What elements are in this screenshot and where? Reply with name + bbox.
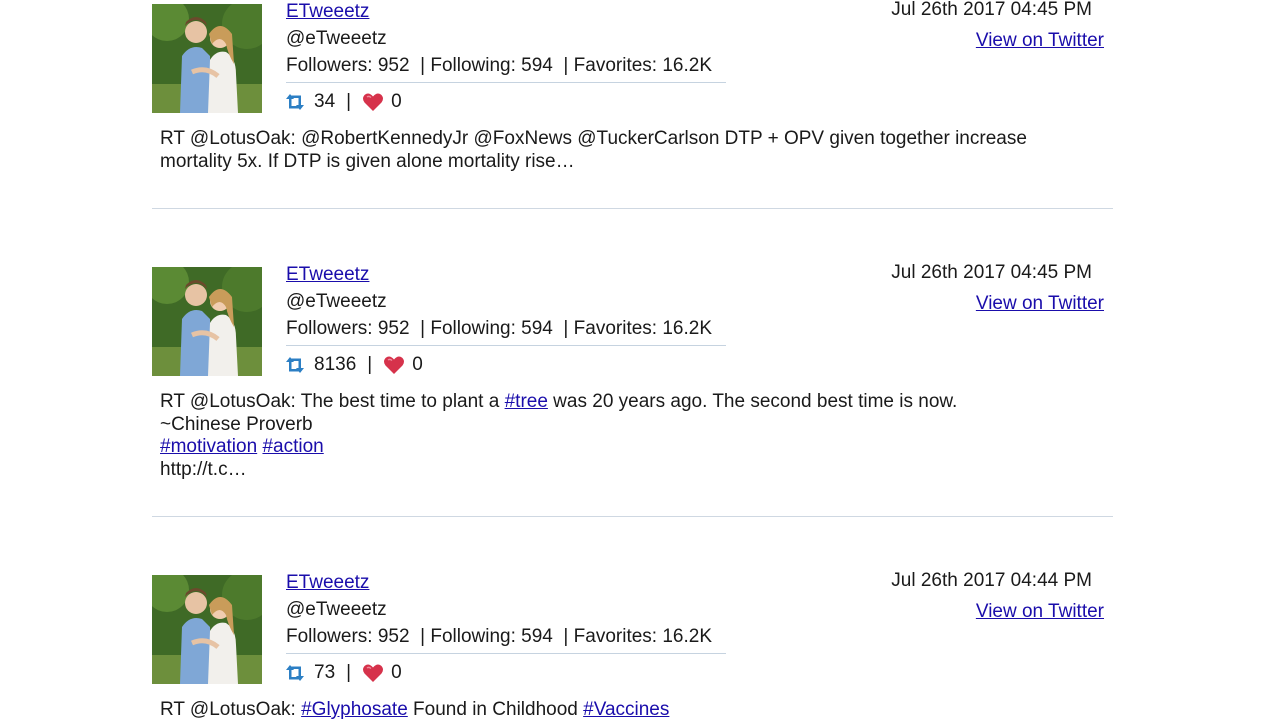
retweet-count: 73 xyxy=(314,662,336,683)
tweet-timestamp: Jul 26th 2017 04:44 PM xyxy=(891,570,1092,591)
heart-icon xyxy=(362,92,384,112)
avatar[interactable] xyxy=(152,267,262,376)
engagement-counts: 8136 | 0 xyxy=(283,353,423,377)
heart-icon xyxy=(362,663,384,683)
tweet-text-fragment: RT @LotusOak: The best time to plant a xyxy=(160,391,505,412)
retweet-icon xyxy=(283,664,307,682)
user-name-link[interactable]: ETweeetz xyxy=(286,263,369,287)
tweet-text-line: mortality 5x. If DTP is given alone mort… xyxy=(160,150,575,172)
count-separator: | xyxy=(367,354,373,375)
user-name-link[interactable]: ETweeetz xyxy=(286,571,369,595)
tweet-divider xyxy=(152,208,1113,209)
tweet-text-line: ~Chinese Proverb xyxy=(160,413,313,435)
stats-divider xyxy=(286,345,726,346)
like-count: 0 xyxy=(412,354,423,375)
favorites-count: Favorites: 16.2K xyxy=(573,626,712,647)
tweet-text-line: RT @LotusOak: #Glyphosate Found in Child… xyxy=(160,699,1040,720)
retweet-icon xyxy=(283,356,307,374)
hashtag-link[interactable]: #motivation xyxy=(160,436,257,457)
retweet-count: 34 xyxy=(314,91,336,112)
tweet-feed: ETweeetz @eTweeetz Followers: 952 | Foll… xyxy=(0,0,1280,720)
user-stats: Followers: 952 | Following: 594 | Favori… xyxy=(286,626,712,647)
hashtag-link[interactable]: #Vaccines xyxy=(583,699,669,720)
tweet-text-fragment: was 20 years ago. The second best time i… xyxy=(547,391,958,412)
user-stats: Followers: 952 | Following: 594 | Favori… xyxy=(286,318,712,339)
followers-count: Followers: 952 xyxy=(286,55,410,76)
avatar[interactable] xyxy=(152,575,262,684)
tweet-text-line: RT @LotusOak: The best time to plant a #… xyxy=(160,391,1040,414)
following-count: Following: 594 xyxy=(430,318,553,339)
like-count: 0 xyxy=(391,662,402,683)
tweet-text: RT @LotusOak: The best time to plant a #… xyxy=(160,391,1040,481)
tweet-text-line: RT @LotusOak: @RobertKennedyJr @FoxNews … xyxy=(160,128,1027,149)
count-separator: | xyxy=(346,91,352,112)
favorites-count: Favorites: 16.2K xyxy=(573,318,712,339)
favorites-count: Favorites: 16.2K xyxy=(573,55,712,76)
retweet-icon xyxy=(283,93,307,111)
engagement-counts: 34 | 0 xyxy=(283,90,402,114)
hashtag-link[interactable]: #action xyxy=(262,436,323,457)
tweet-text: RT @LotusOak: #Glyphosate Found in Child… xyxy=(160,699,1040,720)
tweet-text-fragment: Found in Childhood xyxy=(407,699,584,720)
hashtag-link[interactable]: #Glyphosate xyxy=(301,699,408,720)
like-count: 0 xyxy=(391,91,402,112)
retweet-count: 8136 xyxy=(314,354,357,375)
view-on-twitter-link[interactable]: View on Twitter xyxy=(976,600,1104,624)
tweet-text-fragment: RT @LotusOak: xyxy=(160,699,302,720)
tweet-text: RT @LotusOak: @RobertKennedyJr @FoxNews … xyxy=(160,128,1040,173)
heart-icon xyxy=(383,355,405,375)
following-count: Following: 594 xyxy=(430,55,553,76)
view-on-twitter-link[interactable]: View on Twitter xyxy=(976,292,1104,316)
user-name-link[interactable]: ETweeetz xyxy=(286,0,369,24)
tweet-timestamp: Jul 26th 2017 04:45 PM xyxy=(891,0,1092,20)
stats-divider xyxy=(286,653,726,654)
avatar-photo-icon xyxy=(152,575,262,684)
tweet-timestamp: Jul 26th 2017 04:45 PM xyxy=(891,262,1092,283)
tweet-text-line: #motivation #action xyxy=(160,436,1040,459)
tweet-text-line: http://t.c… xyxy=(160,458,247,480)
user-handle: @eTweeetz xyxy=(286,291,387,312)
followers-count: Followers: 952 xyxy=(286,318,410,339)
tweet-divider xyxy=(152,516,1113,517)
avatar[interactable] xyxy=(152,4,262,113)
stats-divider xyxy=(286,82,726,83)
user-handle: @eTweeetz xyxy=(286,28,387,49)
hashtag-link[interactable]: #tree xyxy=(505,391,548,412)
view-on-twitter-link[interactable]: View on Twitter xyxy=(976,29,1104,53)
engagement-counts: 73 | 0 xyxy=(283,661,402,685)
count-separator: | xyxy=(346,662,352,683)
avatar-photo-icon xyxy=(152,4,262,113)
user-handle: @eTweeetz xyxy=(286,599,387,620)
followers-count: Followers: 952 xyxy=(286,626,410,647)
avatar-photo-icon xyxy=(152,267,262,376)
following-count: Following: 594 xyxy=(430,626,553,647)
user-stats: Followers: 952 | Following: 594 | Favori… xyxy=(286,55,712,76)
